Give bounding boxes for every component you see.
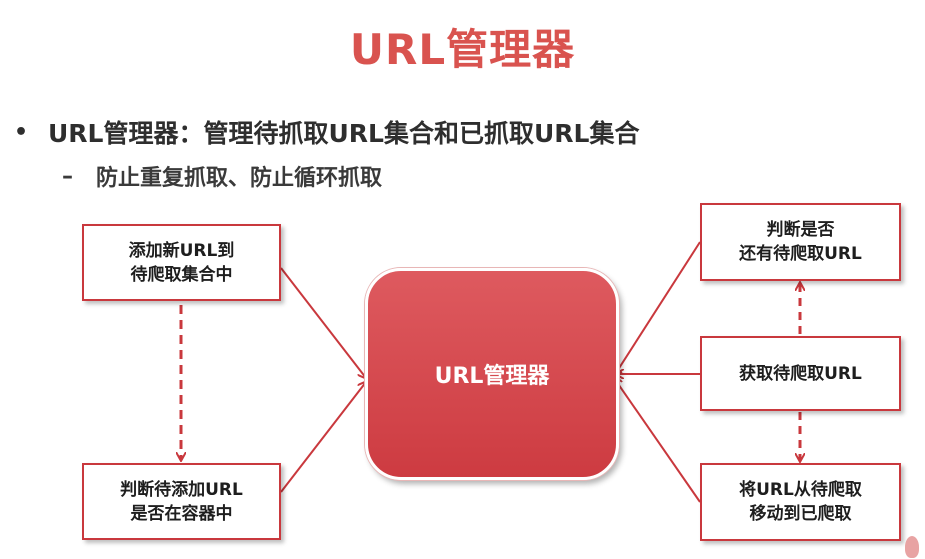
box-add-new-url: 添加新URL到 待爬取集合中	[82, 224, 281, 301]
box-get-pending-url-line1: 获取待爬取URL	[739, 363, 862, 384]
arrow-move-to-center	[614, 378, 701, 503]
box-move-to-crawled: 将URL从待爬取 移动到已爬取	[700, 463, 901, 541]
box-check-url-exists-line1: 判断待添加URL	[120, 479, 243, 500]
box-check-url-exists-line2: 是否在容器中	[130, 503, 233, 524]
arrow-add-to-center	[280, 267, 366, 378]
box-add-new-url-line1: 添加新URL到	[128, 240, 235, 261]
box-has-pending-url: 判断是否 还有待爬取URL	[700, 203, 901, 281]
box-has-pending-url-line1: 判断是否	[766, 220, 835, 240]
url-manager-node: URL管理器	[365, 268, 619, 480]
box-add-new-url-line2: 待爬取集合中	[130, 264, 233, 285]
arrow-has-to-center	[614, 241, 701, 376]
box-check-url-exists: 判断待添加URL 是否在容器中	[82, 463, 281, 540]
box-move-to-crawled-line1: 将URL从待爬取	[739, 480, 862, 500]
box-get-pending-url: 获取待爬取URL	[700, 336, 901, 411]
box-move-to-crawled-line2: 移动到已爬取	[749, 504, 852, 524]
corner-flame-decoration	[905, 536, 919, 558]
box-has-pending-url-line2: 还有待爬取URL	[739, 244, 862, 264]
url-manager-node-label: URL管理器	[434, 364, 550, 389]
arrow-check-to-center	[280, 382, 366, 493]
